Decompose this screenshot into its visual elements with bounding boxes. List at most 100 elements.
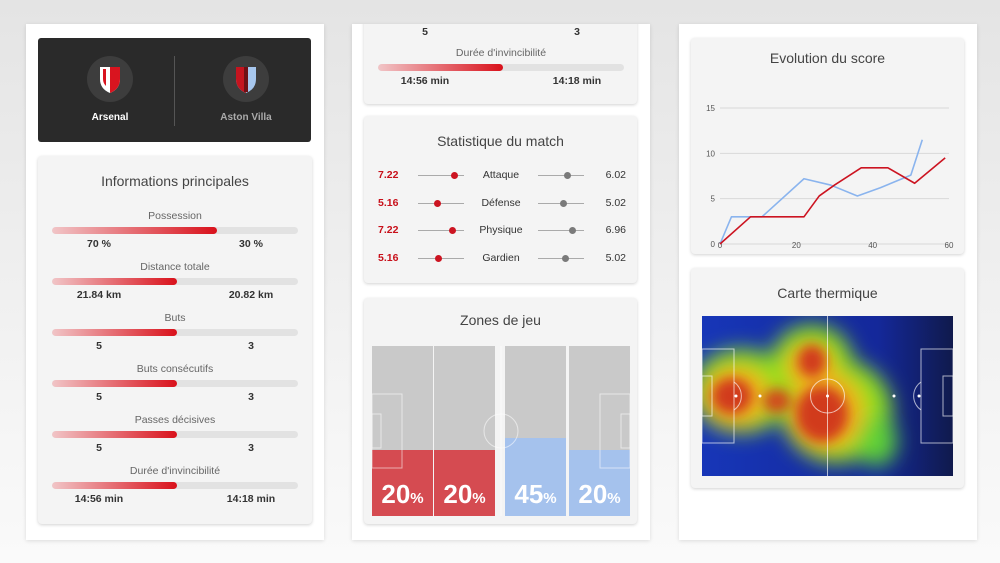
y-tick-label: 0 <box>711 240 716 249</box>
stat-home-value: 14:56 min <box>74 493 124 505</box>
stat-invincibility: Durée d'invincibilité 14:56 min 14:18 mi… <box>378 47 624 89</box>
stat-home-value: 5 <box>96 391 102 403</box>
stat-home-value: 14:56 min <box>400 75 450 87</box>
match-stat-row: 5.16 Défense 5.02 <box>376 195 626 211</box>
stat-bar-fill <box>52 329 178 336</box>
invincibility-card: 5 3 Durée d'invincibilité 14:56 min 14:1… <box>364 24 637 104</box>
match-stat-row: 7.22 Attaque 6.02 <box>376 167 626 183</box>
stat-label: Durée d'invincibilité <box>129 465 221 477</box>
match-stat-label: Physique <box>479 224 523 236</box>
match-stat-home: 5.16 <box>378 196 399 209</box>
x-tick-label: 60 <box>945 241 954 250</box>
stat-label: Buts consécutifs <box>136 363 214 375</box>
screen-main-info: Arsenal Aston Villa Informations princip… <box>26 24 324 540</box>
zone-column[interactable]: 20% <box>372 346 433 516</box>
away-slider[interactable] <box>538 254 584 262</box>
home-slider-knob[interactable] <box>433 199 441 207</box>
zone-column[interactable]: 45% <box>505 346 566 516</box>
stat-away-value: 3 <box>248 442 254 454</box>
home-slider[interactable] <box>418 254 464 262</box>
stat-label: Passes décisives <box>134 414 216 426</box>
away-team[interactable]: Aston Villa <box>196 56 296 123</box>
screen-score-evolution: Evolution du score 0 5 10 15 0 20 40 60 Carte t… <box>679 24 977 540</box>
away-team-name: Aston Villa <box>220 112 272 123</box>
stat-label: Buts <box>164 312 186 324</box>
match-stats-card: Statistique du match 7.22 Attaque 6.02 5.16… <box>364 116 637 283</box>
match-stat-away: 5.02 <box>605 251 626 264</box>
stat-away-value: 14:18 min <box>552 75 602 87</box>
stat-row: Buts 5 3 <box>52 312 298 354</box>
match-header: Arsenal Aston Villa <box>38 38 311 142</box>
stat-away-value: 3 <box>248 340 254 352</box>
stat-bar <box>52 431 298 438</box>
match-stat-label: Attaque <box>482 169 520 181</box>
away-slider[interactable] <box>538 172 584 179</box>
score-line-chart: 0510150 20 40 60 <box>706 104 954 250</box>
home-team-name: Arsenal <box>91 112 129 123</box>
stat-bar <box>52 278 298 285</box>
away-slider-knob[interactable] <box>564 172 572 179</box>
away-slider[interactable] <box>538 199 584 207</box>
stat-bar <box>52 227 298 234</box>
away-slider-knob[interactable] <box>562 254 570 262</box>
stat-bar-fill <box>52 380 178 387</box>
match-stat-away: 5.02 <box>605 196 626 209</box>
zones-title: Zones de jeu <box>460 312 541 328</box>
stat-label: Possession <box>148 210 202 222</box>
home-slider-knob[interactable] <box>449 227 456 234</box>
zone-percent: 20% <box>443 479 486 509</box>
match-stat-home: 7.22 <box>378 169 399 181</box>
stat-bar-fill <box>52 227 217 234</box>
stat-label: Durée d'invincibilité <box>455 47 547 59</box>
heatmap-card: Carte thermique <box>691 268 964 488</box>
stat-away-value: 20.82 km <box>228 289 274 301</box>
home-slider-knob[interactable] <box>451 172 459 179</box>
y-tick-label: 10 <box>706 149 715 158</box>
match-stat-label: Gardien <box>482 251 520 264</box>
stat-away-value: 30 % <box>239 238 263 250</box>
zone-percent: 20% <box>381 479 424 509</box>
stat-home-value: 21.84 km <box>76 289 122 301</box>
stat-bar-fill <box>52 278 178 285</box>
stat-bar <box>52 482 298 489</box>
score-evolution-card: Evolution du score 0 5 10 15 0 20 40 60 <box>691 38 964 254</box>
away-slider-knob[interactable] <box>559 199 567 207</box>
home-crest-icon <box>87 56 133 102</box>
home-slider-knob[interactable] <box>435 254 443 262</box>
away-slider[interactable] <box>538 227 584 234</box>
y-tick-label: 5 <box>711 195 716 204</box>
stat-home-value: 5 <box>96 442 102 454</box>
away-slider-knob[interactable] <box>569 227 576 234</box>
away-crest-icon <box>223 56 269 102</box>
stat-row: Passes décisives 5 3 <box>52 414 298 456</box>
home-slider[interactable] <box>418 172 464 179</box>
match-stat-home: 5.16 <box>378 251 399 264</box>
zone-percent: 45% <box>514 479 557 509</box>
stat-bar <box>52 329 298 336</box>
home-slider[interactable] <box>418 227 464 234</box>
match-stat-away: 6.96 <box>605 224 626 236</box>
prev-away-value: 3 <box>574 26 580 38</box>
heatmap-title: Carte thermique <box>777 285 878 301</box>
zone-percent: 20% <box>578 479 621 509</box>
heatmap-pitch <box>702 316 953 476</box>
stat-bar-fill <box>52 482 178 489</box>
stat-row: Possession 70 % 30 % <box>52 210 298 252</box>
match-stat-home: 7.22 <box>378 224 399 236</box>
stat-bar-fill <box>52 431 178 438</box>
match-stats-title: Statistique du match <box>437 133 564 149</box>
main-info-card: Informations principales Possession 70 % 3… <box>38 156 312 524</box>
stat-away-value: 14:18 min <box>226 493 276 505</box>
zone-column[interactable]: 20% <box>569 346 630 516</box>
main-info-title: Informations principales <box>101 173 249 189</box>
zone-column[interactable]: 20% <box>434 346 495 516</box>
home-team[interactable]: Arsenal <box>60 56 160 123</box>
y-tick-label: 15 <box>706 104 715 113</box>
stat-bar <box>378 64 624 71</box>
match-stat-away: 6.02 <box>605 169 626 181</box>
zones-card: Zones de jeu 20% 20% 45% 20% <box>364 298 637 524</box>
x-tick-label: 40 <box>868 241 877 250</box>
stat-home-value: 5 <box>96 340 102 352</box>
home-slider[interactable] <box>418 199 464 207</box>
match-stat-label: Défense <box>481 196 521 209</box>
